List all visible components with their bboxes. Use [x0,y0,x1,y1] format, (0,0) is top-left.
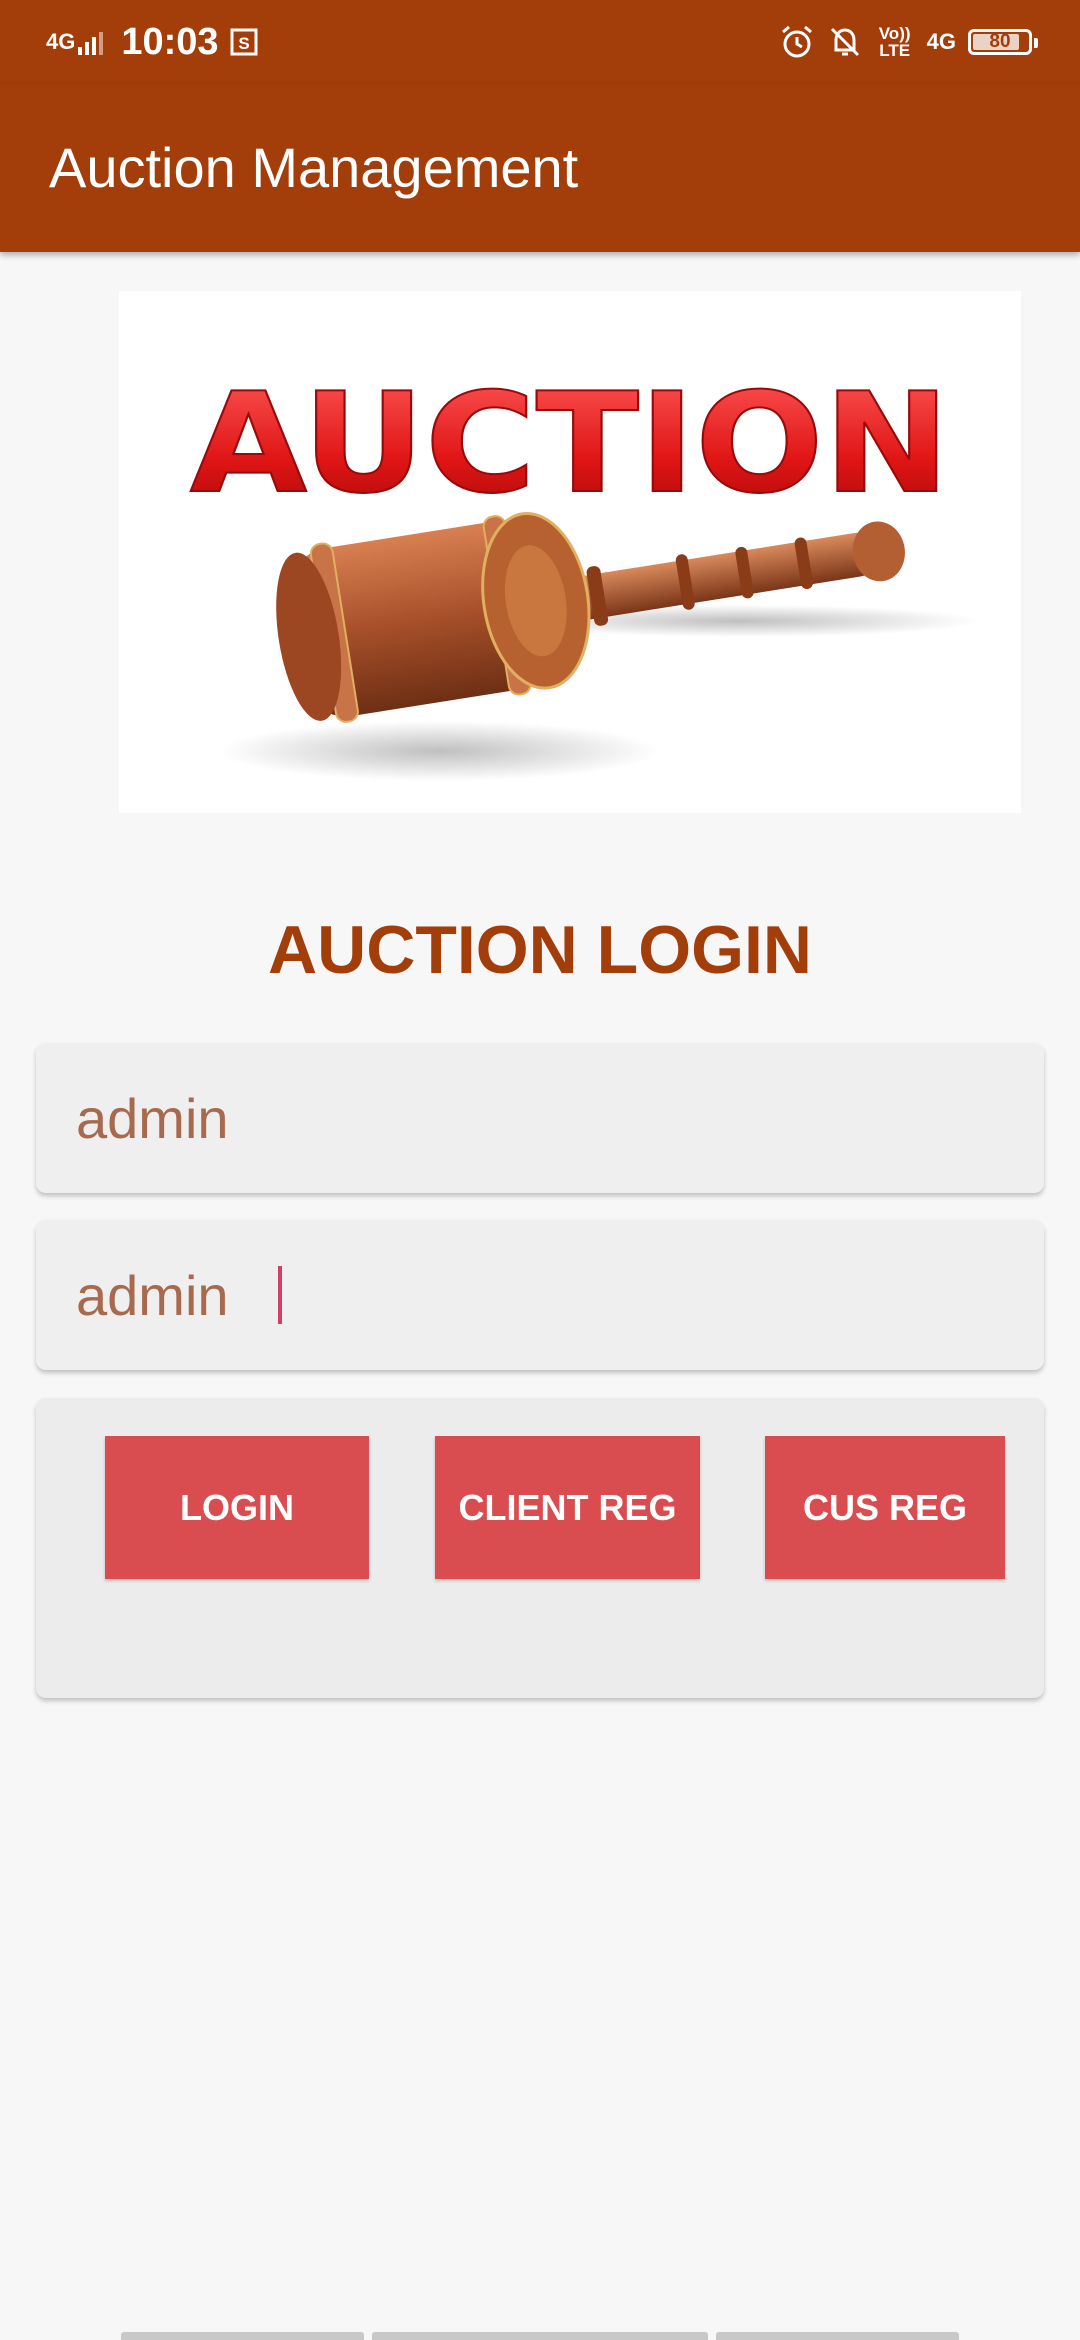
cus-reg-button[interactable]: CUS REG [765,1436,1005,1579]
svg-text:S: S [238,34,249,53]
nav-hint-center [372,2332,708,2340]
screenshot-icon: S [230,28,258,56]
client-reg-button[interactable]: CLIENT REG [435,1436,700,1579]
password-field-card [36,1220,1044,1370]
battery-cap [1034,38,1038,48]
network-type-label: 4G [46,29,76,54]
notifications-off-icon [830,27,859,57]
login-heading: AUCTION LOGIN [268,912,812,988]
auction-banner-image: AUCTION [119,291,1021,813]
username-input[interactable] [76,1043,996,1193]
actions-card: LOGIN CLIENT REG CUS REG [36,1398,1044,1698]
status-bar: 4G 10:03 S Vo)) LTE 4G 80 [0,0,1080,84]
password-input[interactable] [76,1220,996,1370]
volte-label: Vo)) LTE [878,24,911,60]
status-right: Vo)) LTE 4G 80 [779,18,1038,66]
battery-level: 80 [989,31,1011,52]
nav-hint-left [121,2332,364,2340]
network-right-label: 4G [926,29,956,54]
app-title: Auction Management [49,136,579,199]
alarm-icon [781,25,812,58]
battery-icon: 80 [968,29,1038,55]
signal-icon [78,32,104,55]
login-button[interactable]: LOGIN [105,1436,369,1579]
auction-gavel-illustration: AUCTION [189,362,979,781]
app-bar: Auction Management [0,84,1080,252]
banner-logo-text: AUCTION [190,363,950,524]
text-cursor [278,1266,282,1324]
status-time: 10:03 [121,20,219,63]
username-field-card [36,1043,1044,1193]
nav-hint-right [716,2332,959,2340]
status-left: 4G 10:03 S [46,18,259,66]
